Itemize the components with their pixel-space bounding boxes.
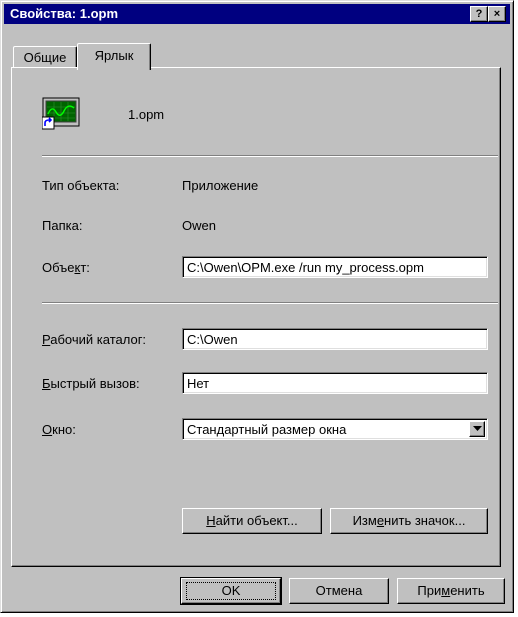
properties-dialog: Свойства: 1.opm ? × Общие Ярлык 1.opm Ти… (0, 0, 514, 613)
workdir-label: Рабочий каталог: (42, 332, 147, 347)
hotkey-field[interactable]: Нет (182, 372, 488, 394)
tab-shortcut[interactable]: Ярлык (77, 43, 151, 70)
dropdown-button[interactable] (469, 421, 485, 437)
separator-middle (42, 302, 498, 304)
type-value: Приложение (182, 178, 259, 193)
tab-general[interactable]: Общие (13, 46, 77, 69)
cancel-button[interactable]: Отмена (289, 578, 389, 604)
apply-button[interactable]: Применить (397, 578, 505, 604)
tab-general-label: Общие (23, 50, 67, 65)
type-label: Тип объекта: (42, 178, 120, 193)
folder-value: Owen (182, 218, 216, 233)
folder-label: Папка: (42, 218, 83, 233)
chevron-down-icon (473, 426, 482, 431)
target-label: Объект: (42, 260, 90, 275)
close-button[interactable]: × (488, 6, 506, 22)
window-label: Окно: (42, 422, 76, 437)
find-target-button[interactable]: Найти объект... (182, 508, 322, 534)
shortcut-file-name: 1.opm (128, 107, 165, 122)
tab-panel-shortcut: 1.opm Тип объекта: Приложение Папка: Owe… (11, 67, 501, 567)
window-size-value: Стандартный размер окна (187, 422, 347, 437)
tab-shortcut-label: Ярлык (94, 48, 134, 63)
focus-rectangle (186, 582, 276, 600)
help-button[interactable]: ? (470, 6, 488, 22)
window-size-select[interactable]: Стандартный размер окна (182, 418, 488, 440)
target-field[interactable]: C:\Owen\OPM.exe /run my_process.opm (182, 256, 488, 278)
title-bar[interactable]: Свойства: 1.opm ? × (4, 4, 510, 24)
window-title: Свойства: 1.opm (10, 6, 119, 21)
separator-top (42, 155, 498, 157)
change-icon-button[interactable]: Изменить значок... (330, 508, 488, 534)
monitor-waveform-icon (41, 97, 82, 131)
ok-button[interactable]: OK (180, 577, 282, 605)
hotkey-label: Быстрый вызов: (42, 376, 140, 391)
workdir-field[interactable]: C:\Owen (182, 328, 488, 350)
